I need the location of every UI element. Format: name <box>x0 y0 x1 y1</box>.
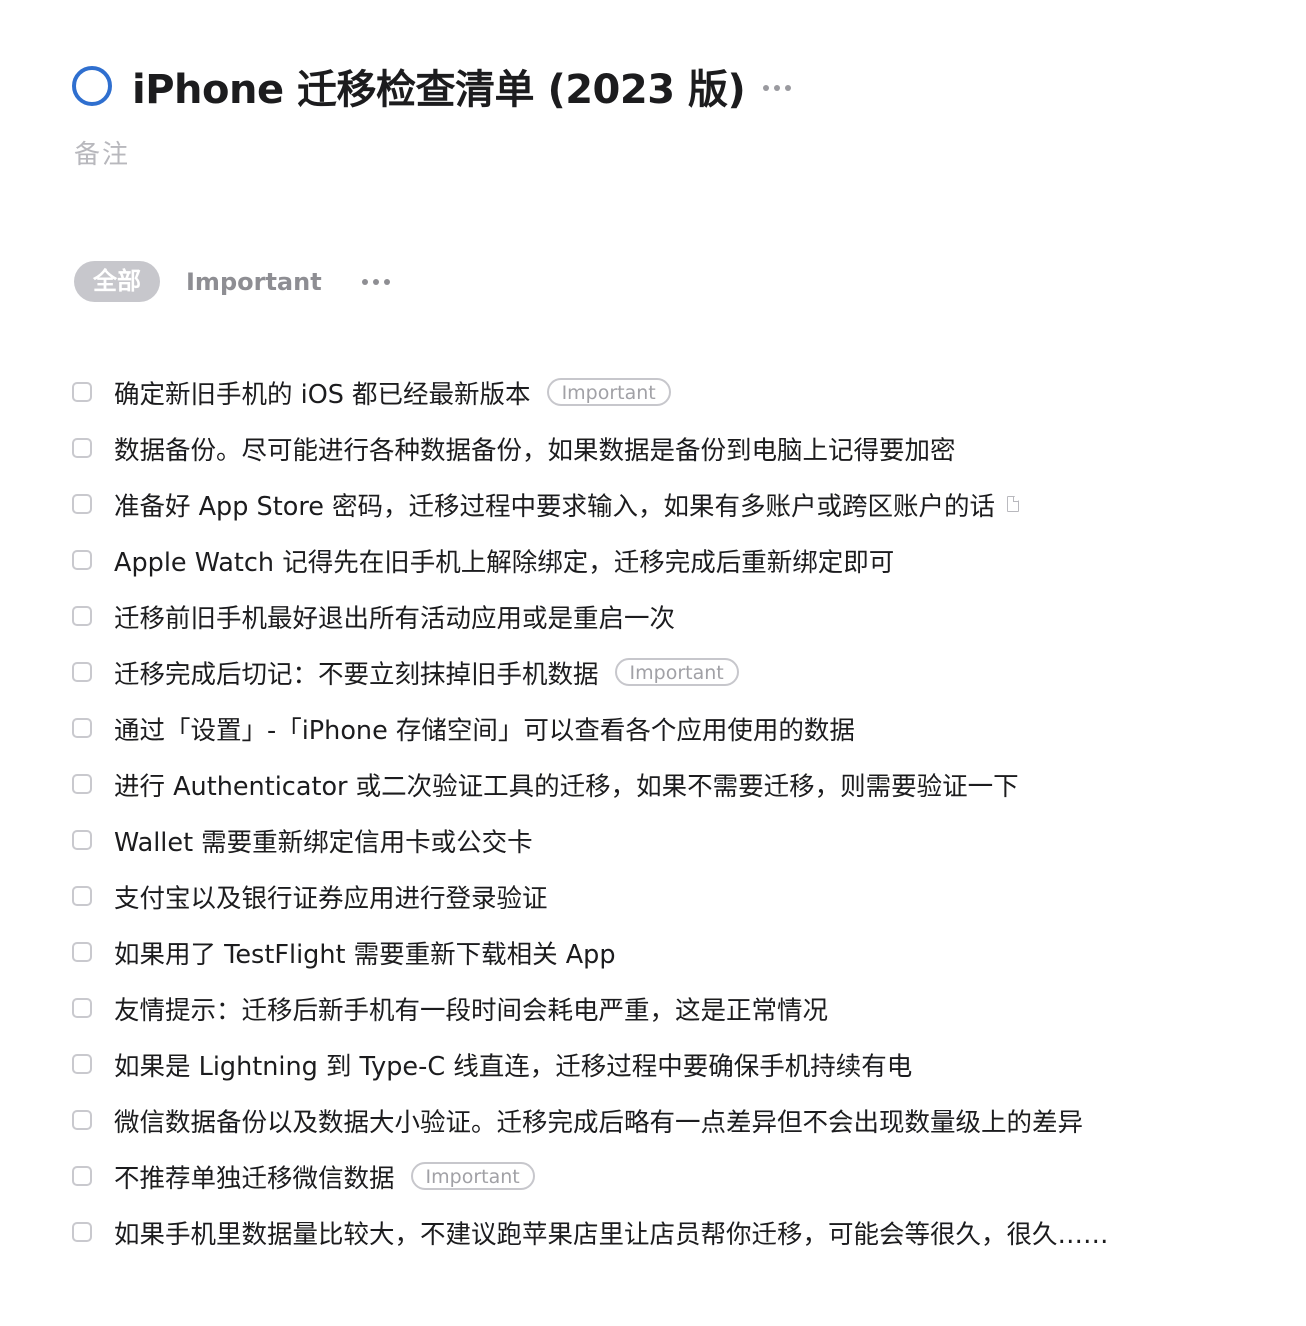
todo-checkbox[interactable] <box>72 606 92 626</box>
tag-badge[interactable]: Important <box>410 1162 535 1190</box>
todo-checkbox[interactable] <box>72 942 92 962</box>
todo-checkbox[interactable] <box>72 1222 92 1242</box>
todo-title[interactable]: 准备好 App Store 密码，迁移过程中要求输入，如果有多账户或跨区账户的话 <box>114 486 995 523</box>
todo-title[interactable]: 迁移前旧手机最好退出所有活动应用或是重启一次 <box>114 598 675 635</box>
notes-field[interactable]: 备注 <box>74 134 130 171</box>
todo-checkbox[interactable] <box>72 1110 92 1130</box>
todo-item[interactable]: 确定新旧手机的 iOS 都已经最新版本 Important <box>72 364 1272 420</box>
tag-badge[interactable]: Important <box>546 378 671 406</box>
todo-checkbox[interactable] <box>72 998 92 1018</box>
todo-title[interactable]: 如果手机里数据量比较大，不建议跑苹果店里让店员帮你迁移，可能会等很久，很久…… <box>114 1214 1109 1251</box>
todo-title[interactable]: Wallet 需要重新绑定信用卡或公交卡 <box>114 822 533 859</box>
project-more-options-icon[interactable] <box>757 79 797 97</box>
todo-checkbox[interactable] <box>72 550 92 570</box>
todo-item[interactable]: 如果用了 TestFlight 需要重新下载相关 App <box>72 924 1272 980</box>
todo-item[interactable]: 准备好 App Store 密码，迁移过程中要求输入，如果有多账户或跨区账户的话 <box>72 476 1272 532</box>
todo-title[interactable]: 数据备份。尽可能进行各种数据备份，如果数据是备份到电脑上记得要加密 <box>114 430 956 467</box>
todo-checkbox[interactable] <box>72 718 92 738</box>
todo-item[interactable]: 不推荐单独迁移微信数据 Important <box>72 1148 1272 1204</box>
tab-all[interactable]: 全部 <box>74 261 160 302</box>
todo-checkbox[interactable] <box>72 438 92 458</box>
todo-title[interactable]: Apple Watch 记得先在旧手机上解除绑定，迁移完成后重新绑定即可 <box>114 542 894 579</box>
todo-list: 确定新旧手机的 iOS 都已经最新版本 Important 数据备份。尽可能进行各种… <box>72 364 1272 1260</box>
todo-checkbox[interactable] <box>72 830 92 850</box>
tab-important[interactable]: Important <box>186 268 322 296</box>
todo-checkbox[interactable] <box>72 662 92 682</box>
tag-badge[interactable]: Important <box>614 658 739 686</box>
todo-item[interactable]: 支付宝以及银行证券应用进行登录验证 <box>72 868 1272 924</box>
todo-item[interactable]: Wallet 需要重新绑定信用卡或公交卡 <box>72 812 1272 868</box>
todo-item[interactable]: 如果是 Lightning 到 Type-C 线直连，迁移过程中要确保手机持续有… <box>72 1036 1272 1092</box>
todo-title[interactable]: 支付宝以及银行证券应用进行登录验证 <box>114 878 548 915</box>
todo-title[interactable]: 如果是 Lightning 到 Type-C 线直连，迁移过程中要确保手机持续有… <box>114 1046 912 1083</box>
todo-item[interactable]: 迁移完成后切记：不要立刻抹掉旧手机数据 Important <box>72 644 1272 700</box>
todo-checkbox[interactable] <box>72 1166 92 1186</box>
todo-item[interactable]: 进行 Authenticator 或二次验证工具的迁移，如果不需要迁移，则需要验… <box>72 756 1272 812</box>
todo-title[interactable]: 确定新旧手机的 iOS 都已经最新版本 <box>114 374 531 411</box>
tabs-more-options-icon[interactable] <box>356 273 396 291</box>
note-icon <box>1007 496 1020 512</box>
todo-item[interactable]: 迁移前旧手机最好退出所有活动应用或是重启一次 <box>72 588 1272 644</box>
todo-checkbox[interactable] <box>72 1054 92 1074</box>
todo-title[interactable]: 通过「设置」-「iPhone 存储空间」可以查看各个应用使用的数据 <box>114 710 855 747</box>
todo-checkbox[interactable] <box>72 382 92 402</box>
todo-item[interactable]: 友情提示：迁移后新手机有一段时间会耗电严重，这是正常情况 <box>72 980 1272 1036</box>
todo-item[interactable]: 如果手机里数据量比较大，不建议跑苹果店里让店员帮你迁移，可能会等很久，很久…… <box>72 1204 1272 1260</box>
project-progress-circle-icon[interactable] <box>72 66 112 106</box>
todo-title[interactable]: 迁移完成后切记：不要立刻抹掉旧手机数据 <box>114 654 599 691</box>
todo-checkbox[interactable] <box>72 886 92 906</box>
todo-title[interactable]: 不推荐单独迁移微信数据 <box>114 1158 395 1195</box>
todo-item[interactable]: Apple Watch 记得先在旧手机上解除绑定，迁移完成后重新绑定即可 <box>72 532 1272 588</box>
todo-title[interactable]: 进行 Authenticator 或二次验证工具的迁移，如果不需要迁移，则需要验… <box>114 766 1019 803</box>
todo-title[interactable]: 友情提示：迁移后新手机有一段时间会耗电严重，这是正常情况 <box>114 990 828 1027</box>
todo-item[interactable]: 微信数据备份以及数据大小验证。迁移完成后略有一点差异但不会出现数量级上的差异 <box>72 1092 1272 1148</box>
todo-item[interactable]: 通过「设置」-「iPhone 存储空间」可以查看各个应用使用的数据 <box>72 700 1272 756</box>
tag-filter-bar: 全部 Important <box>74 261 396 302</box>
todo-checkbox[interactable] <box>72 774 92 794</box>
todo-item[interactable]: 数据备份。尽可能进行各种数据备份，如果数据是备份到电脑上记得要加密 <box>72 420 1272 476</box>
todo-checkbox[interactable] <box>72 494 92 514</box>
page-title[interactable]: iPhone 迁移检查清单 (2023 版) <box>132 57 746 115</box>
todo-title[interactable]: 微信数据备份以及数据大小验证。迁移完成后略有一点差异但不会出现数量级上的差异 <box>114 1102 1083 1139</box>
todo-title[interactable]: 如果用了 TestFlight 需要重新下载相关 App <box>114 934 616 971</box>
project-header: iPhone 迁移检查清单 (2023 版) <box>72 58 797 114</box>
